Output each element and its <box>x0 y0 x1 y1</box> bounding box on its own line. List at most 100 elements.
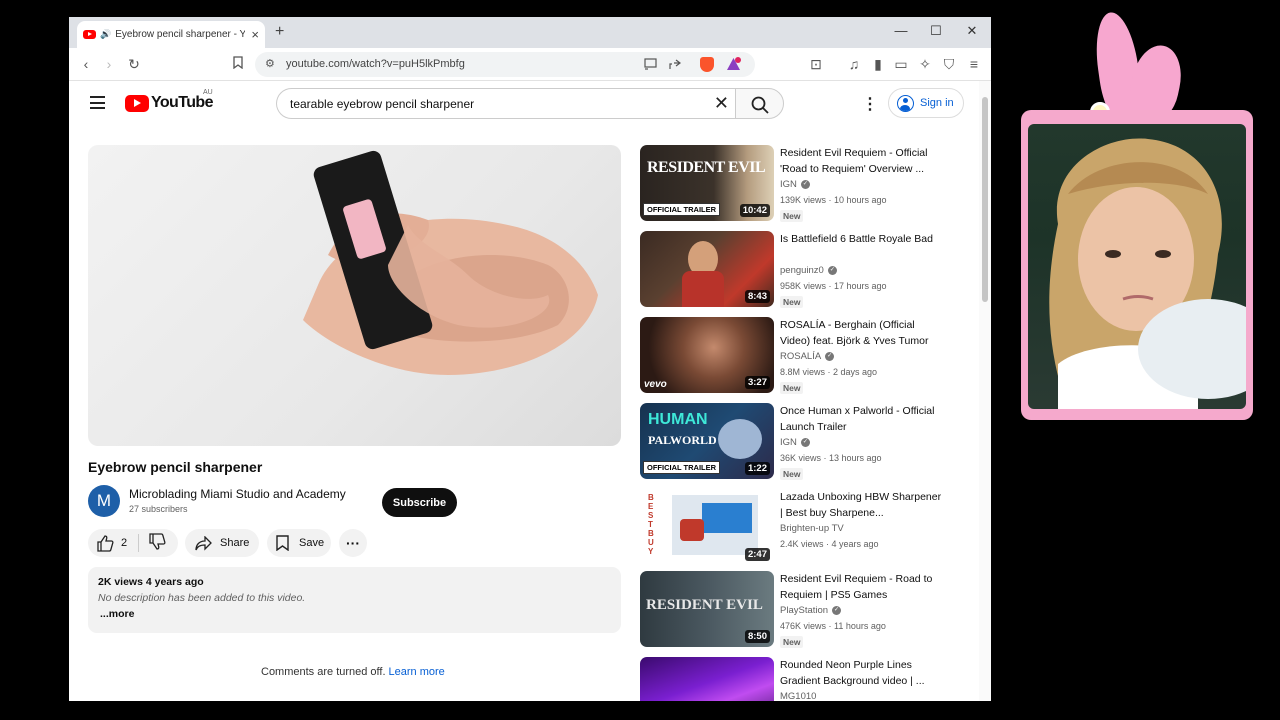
cast-icon[interactable] <box>644 58 657 70</box>
site-info-icon[interactable]: ⚙ <box>265 57 275 70</box>
close-icon[interactable]: × <box>251 27 259 42</box>
learn-more-link[interactable]: Learn more <box>389 666 445 678</box>
guide-menu-icon[interactable] <box>90 96 105 113</box>
search-input[interactable]: tearable eyebrow pencil sharpener ✕ <box>276 88 735 119</box>
sidebar-icon[interactable]: ▮ <box>869 56 887 73</box>
tab-title: Eyebrow pencil sharpener - Y <box>115 29 246 40</box>
more-actions-button[interactable]: ··· <box>339 529 367 557</box>
recommendation-item[interactable]: HUMAN PALWORLD OFFICIAL TRAILER 1:22 Onc… <box>640 403 950 483</box>
recommendation-channel[interactable]: Brighten-up TV <box>780 523 844 534</box>
video-title: Eyebrow pencil sharpener <box>88 459 263 475</box>
thumbnail-text: BESTBUY <box>648 493 654 556</box>
recommendation-title[interactable]: Rounded Neon Purple Lines Gradient Backg… <box>780 657 945 689</box>
recommendation-item[interactable]: BESTBUY 2:47 Lazada Unboxing HBW Sharpen… <box>640 489 950 569</box>
tab-active[interactable]: 🔊 Eyebrow pencil sharpener - Y × <box>77 21 265 48</box>
vpn-icon[interactable]: ⛉ <box>940 56 958 73</box>
browser-toolbar: ‹ › ↻ ⚙ youtube.com/watch?v=puH5lkPmbfg … <box>69 48 991 81</box>
forward-icon[interactable]: › <box>100 56 118 72</box>
new-badge: New <box>780 296 804 308</box>
recommendation-title[interactable]: Once Human x Palworld - Official Launch … <box>780 403 945 435</box>
like-icon <box>97 534 114 552</box>
bookmark-icon[interactable] <box>229 56 247 72</box>
video-thumbnail[interactable]: HUMAN PALWORLD OFFICIAL TRAILER 1:22 <box>640 403 774 479</box>
duration-badge: 1:22 <box>744 462 770 475</box>
new-tab-button[interactable]: + <box>275 23 284 41</box>
video-thumbnail[interactable]: 8:43 <box>640 231 774 307</box>
video-player[interactable] <box>88 145 621 446</box>
video-thumbnail[interactable]: RESIDENT EVIL OFFICIAL TRAILER 10:42 <box>640 145 774 221</box>
verified-icon: ✓ <box>800 179 810 189</box>
menu-icon[interactable]: ≡ <box>965 56 983 72</box>
youtube-logo[interactable]: YouTube AU <box>125 89 213 112</box>
scrollbar-thumb[interactable] <box>982 97 988 302</box>
thumbnail-text: RESIDENT EVIL <box>647 159 766 176</box>
recommendation-channel[interactable]: IGN ✓ <box>780 179 810 190</box>
show-more-link[interactable]: ...more <box>100 608 611 620</box>
like-dislike-group: 2 <box>88 529 178 557</box>
clear-search-icon[interactable]: ✕ <box>714 93 729 114</box>
thumbnail-subtext: PALWORLD <box>648 433 717 447</box>
new-badge: New <box>780 636 804 648</box>
thumbnail-shirt <box>682 271 724 307</box>
brave-rewards-icon[interactable] <box>726 57 741 71</box>
dislike-button[interactable] <box>149 533 166 553</box>
recommendation-item[interactable]: vevo 3:27 ROSALÍA - Berghain (Official V… <box>640 317 950 397</box>
description-box[interactable]: 2K views 4 years ago No description has … <box>88 567 621 633</box>
recommendation-views: 36K views · 13 hours ago <box>780 453 882 463</box>
browser-window: 🔊 Eyebrow pencil sharpener - Y × + — ☐ ✕… <box>69 17 991 701</box>
recommendation-item[interactable]: RESIDENT EVIL 8:50 Resident Evil Requiem… <box>640 571 950 651</box>
recommendation-item[interactable]: 8:43 Is Battlefield 6 Battle Royale Bad … <box>640 231 950 311</box>
channel-avatar[interactable]: M <box>88 485 120 517</box>
recommendation-title[interactable]: Lazada Unboxing HBW Sharpener | Best buy… <box>780 489 945 521</box>
speaker-icon[interactable]: 🔊 <box>100 29 111 40</box>
recommendation-item[interactable]: RESIDENT EVIL OFFICIAL TRAILER 10:42 Res… <box>640 145 950 225</box>
recommendation-channel[interactable]: IGN ✓ <box>780 437 810 448</box>
comments-notice: Comments are turned off. Learn more <box>261 666 445 678</box>
recommendation-title[interactable]: Resident Evil Requiem - Road to Requiem … <box>780 571 945 603</box>
kebab-icon[interactable]: ⋮ <box>862 94 878 114</box>
share-button[interactable]: Share <box>185 529 259 557</box>
channel-label: penguinz0 <box>780 265 824 276</box>
recommendation-views: 8.8M views · 2 days ago <box>780 367 878 377</box>
recommendation-title[interactable]: Is Battlefield 6 Battle Royale Bad <box>780 231 945 247</box>
address-bar[interactable]: ⚙ youtube.com/watch?v=puH5lkPmbfg <box>255 52 755 77</box>
recommendation-channel[interactable]: MG1010 <box>780 691 816 701</box>
new-badge: New <box>780 210 804 222</box>
like-divider <box>138 534 140 552</box>
like-button[interactable]: 2 <box>97 534 127 552</box>
wallet-icon[interactable]: ▭ <box>892 56 910 73</box>
back-icon[interactable]: ‹ <box>77 56 95 72</box>
channel-label: IGN <box>780 437 797 448</box>
reload-icon[interactable]: ↻ <box>125 56 143 73</box>
search-button[interactable] <box>735 88 784 119</box>
recommendation-channel[interactable]: ROSALÍA ✓ <box>780 351 835 362</box>
tab-search-icon[interactable]: ⊡ <box>807 56 825 73</box>
share-icon[interactable] <box>669 58 682 70</box>
channel-label: ROSALÍA <box>780 351 822 362</box>
thumbnail-package <box>702 503 752 533</box>
maximize-button[interactable]: ☐ <box>926 23 946 39</box>
brave-shield-icon[interactable] <box>700 57 714 72</box>
thumbnail-text: HUMAN <box>648 411 708 428</box>
subscribe-button[interactable]: Subscribe <box>382 488 457 517</box>
minimize-button[interactable]: — <box>891 23 911 38</box>
recommendation-views: 476K views · 11 hours ago <box>780 621 886 631</box>
video-thumbnail[interactable]: BESTBUY 2:47 <box>640 489 774 565</box>
music-icon[interactable]: ♫ <box>845 56 863 72</box>
video-thumbnail[interactable]: vevo 3:27 <box>640 317 774 393</box>
leo-icon[interactable]: ✧ <box>916 56 934 73</box>
save-button[interactable]: Save <box>267 529 331 557</box>
description-text: No description has been added to this vi… <box>98 592 306 604</box>
window-close-button[interactable]: ✕ <box>962 23 982 39</box>
video-thumbnail[interactable] <box>640 657 774 701</box>
video-thumbnail[interactable]: RESIDENT EVIL 8:50 <box>640 571 774 647</box>
recommendation-item[interactable]: Rounded Neon Purple Lines Gradient Backg… <box>640 657 950 701</box>
sign-in-button[interactable]: Sign in <box>888 88 964 118</box>
recommendation-title[interactable]: ROSALÍA - Berghain (Official Video) feat… <box>780 317 945 349</box>
recommendation-channel[interactable]: PlayStation ✓ <box>780 605 842 616</box>
recommendation-views: 958K views · 17 hours ago <box>780 281 887 291</box>
channel-name[interactable]: Microblading Miami Studio and Academy <box>129 487 346 501</box>
recommendation-channel[interactable]: penguinz0 ✓ <box>780 265 837 276</box>
recommendation-title[interactable]: Resident Evil Requiem - Official 'Road t… <box>780 145 945 177</box>
youtube-logo-text: YouTube <box>151 94 213 111</box>
